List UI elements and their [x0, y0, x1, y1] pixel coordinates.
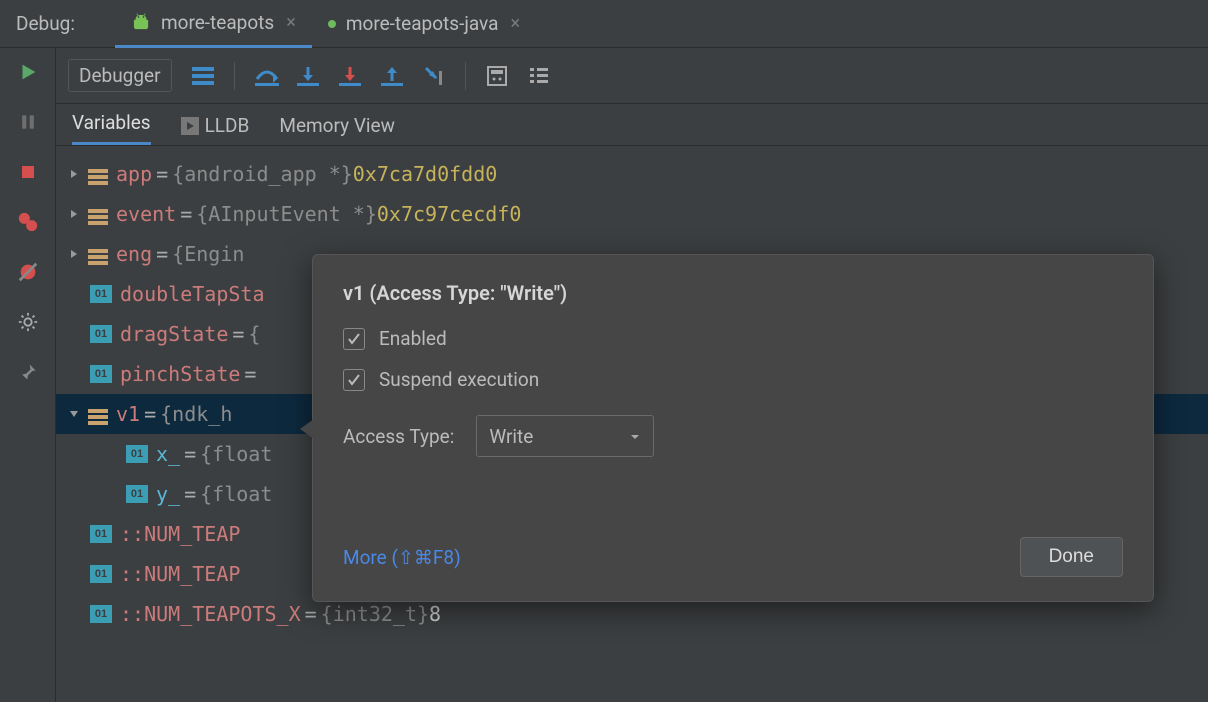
trace-icon[interactable] — [528, 65, 550, 87]
struct-icon — [88, 246, 108, 262]
equals-sign: = — [156, 242, 168, 266]
close-icon[interactable]: × — [510, 13, 520, 34]
primitive-icon: 01 — [126, 485, 148, 503]
variable-type: {ndk_h — [160, 402, 232, 426]
primitive-icon: 01 — [90, 285, 112, 303]
tab-label: more-teapots-java — [346, 12, 499, 35]
variable-row[interactable]: app = {android_app *} 0x7ca7d0fdd0 — [56, 154, 1208, 194]
stop-button[interactable] — [14, 158, 42, 186]
debugger-subtabs: Variables LLDB Memory View — [56, 104, 1208, 146]
settings-button[interactable] — [14, 308, 42, 336]
pin-button[interactable] — [14, 358, 42, 386]
equals-sign: = — [244, 362, 256, 386]
done-button[interactable]: Done — [1020, 537, 1123, 577]
struct-icon — [88, 166, 108, 182]
variable-name: eng — [116, 242, 152, 266]
chevron-right-icon[interactable] — [64, 209, 84, 219]
popup-tail — [300, 419, 314, 439]
variable-type: {Engin — [172, 242, 244, 266]
variable-type: {AInputEvent *} — [196, 202, 377, 226]
variable-name: doubleTapSta — [120, 282, 265, 306]
access-type-label: Access Type: — [343, 425, 454, 448]
breakpoints-button[interactable] — [14, 208, 42, 236]
equals-sign: = — [184, 442, 196, 466]
primitive-icon: 01 — [90, 365, 112, 383]
equals-sign: = — [156, 162, 168, 186]
subtab-variables[interactable]: Variables — [72, 111, 151, 145]
enabled-label: Enabled — [379, 327, 447, 350]
variable-name: x_ — [156, 442, 180, 466]
primitive-icon: 01 — [90, 525, 112, 543]
primitive-icon: 01 — [90, 605, 112, 623]
subtab-memory-view[interactable]: Memory View — [279, 114, 395, 145]
primitive-icon: 01 — [90, 325, 112, 343]
more-link[interactable]: More (⇧⌘F8) — [343, 546, 461, 569]
variable-name: dragState — [120, 322, 228, 346]
struct-icon — [88, 206, 108, 222]
popup-title: v1 (Access Type: "Write") — [343, 281, 1123, 305]
variable-type: {int32_t} — [321, 602, 429, 626]
variable-name: ::NUM_TEAPOTS_X — [120, 602, 301, 626]
variable-type: { — [248, 322, 260, 346]
run-dot-icon — [328, 20, 336, 28]
subtab-lldb[interactable]: LLDB — [181, 114, 250, 145]
equals-sign: = — [144, 402, 156, 426]
variable-value: 0x7c97cecdf0 — [377, 202, 522, 226]
variable-value: 8 — [429, 602, 441, 626]
variable-type: {float — [200, 442, 272, 466]
variable-name: event — [116, 202, 176, 226]
evaluate-icon[interactable] — [486, 65, 508, 87]
struct-icon — [88, 406, 108, 422]
tab-more-teapots[interactable]: more-teapots × — [115, 0, 312, 48]
primitive-icon: 01 — [126, 445, 148, 463]
close-icon[interactable]: × — [286, 12, 296, 33]
play-icon — [181, 117, 199, 135]
pause-button[interactable] — [14, 108, 42, 136]
variable-type: {float — [200, 482, 272, 506]
access-type-select[interactable]: Write — [476, 415, 654, 457]
watchpoint-popup: v1 (Access Type: "Write") Enabled Suspen… — [312, 254, 1154, 602]
variable-name: ::NUM_TEAP — [120, 522, 240, 546]
suspend-label: Suspend execution — [379, 368, 539, 391]
variable-name: ::NUM_TEAP — [120, 562, 240, 586]
variable-name: v1 — [116, 402, 140, 426]
equals-sign: = — [232, 322, 244, 346]
debugger-dropdown[interactable]: Debugger — [68, 59, 172, 92]
tab-more-teapots-java[interactable]: more-teapots-java × — [312, 0, 536, 48]
tab-label: more-teapots — [161, 11, 274, 34]
run-to-cursor-icon[interactable] — [423, 65, 445, 87]
chevron-down-icon[interactable] — [64, 409, 84, 419]
left-toolbar — [0, 48, 56, 702]
debugger-toolbar: Debugger — [56, 48, 1208, 104]
panel-title: Debug: — [16, 12, 75, 35]
equals-sign: = — [180, 202, 192, 226]
step-into-icon[interactable] — [297, 65, 319, 87]
variable-name: app — [116, 162, 152, 186]
chevron-down-icon — [629, 425, 641, 448]
variable-name: y_ — [156, 482, 180, 506]
android-icon — [131, 12, 151, 32]
resume-button[interactable] — [14, 58, 42, 86]
force-step-into-icon[interactable] — [339, 65, 361, 87]
equals-sign: = — [305, 602, 317, 626]
variable-type: {android_app *} — [172, 162, 353, 186]
threads-icon[interactable] — [192, 65, 214, 87]
step-out-icon[interactable] — [381, 65, 403, 87]
enabled-checkbox[interactable] — [343, 328, 365, 350]
variable-row[interactable]: event = {AInputEvent *} 0x7c97cecdf0 — [56, 194, 1208, 234]
variable-name: pinchState — [120, 362, 240, 386]
suspend-checkbox[interactable] — [343, 369, 365, 391]
mute-breakpoints-button[interactable] — [14, 258, 42, 286]
chevron-right-icon[interactable] — [64, 249, 84, 259]
variable-value: 0x7ca7d0fdd0 — [353, 162, 498, 186]
debug-panel-header: Debug: more-teapots × more-teapots-java … — [0, 0, 1208, 48]
chevron-right-icon[interactable] — [64, 169, 84, 179]
equals-sign: = — [184, 482, 196, 506]
primitive-icon: 01 — [90, 565, 112, 583]
step-over-icon[interactable] — [255, 65, 277, 87]
